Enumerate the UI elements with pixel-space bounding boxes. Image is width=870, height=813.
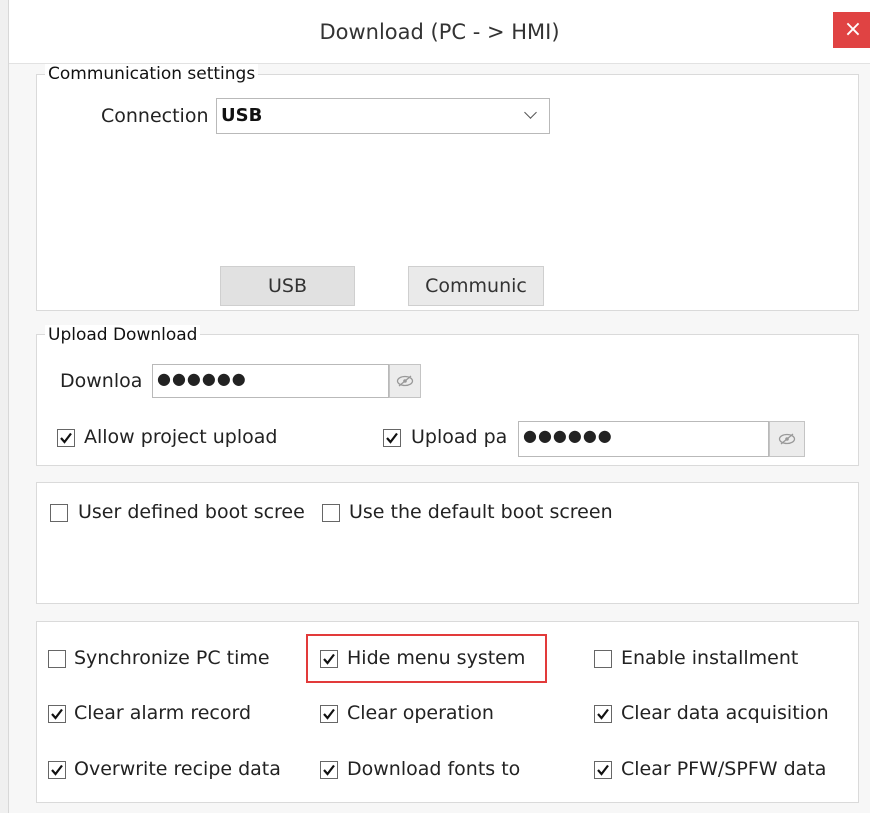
communication-settings-legend: Communication settings	[45, 64, 259, 84]
user-defined-boot-screen-checkbox[interactable]	[50, 504, 68, 522]
check-icon	[386, 432, 398, 444]
download-password-mask: ●●●●●●	[157, 369, 247, 388]
clear-operation-checkbox[interactable]	[320, 705, 338, 723]
check-icon	[323, 764, 335, 776]
download-password-label: Downloa	[60, 370, 143, 392]
synchronize-pc-time-label: Synchronize PC time	[74, 647, 270, 669]
clear-pfw-spfw-data-label: Clear PFW/SPFW data	[621, 758, 827, 780]
check-icon	[597, 764, 609, 776]
clear-pfw-spfw-data-checkbox[interactable]	[594, 761, 612, 779]
title-bar: Download (PC - > HMI) ×	[9, 0, 870, 64]
download-password-input[interactable]: ●●●●●●	[152, 364, 389, 398]
overwrite-recipe-data-label: Overwrite recipe data	[74, 758, 281, 780]
download-fonts-to-label: Download fonts to	[347, 758, 521, 780]
usb-button[interactable]: USB	[220, 266, 355, 306]
check-icon	[51, 764, 63, 776]
upload-password-mask: ●●●●●●	[523, 426, 613, 445]
use-default-boot-screen-label: Use the default boot screen	[349, 501, 613, 523]
check-icon	[323, 708, 335, 720]
connection-select-value: USB	[221, 105, 263, 126]
enable-installment-checkbox[interactable]	[594, 650, 612, 668]
eye-slash-icon	[778, 433, 796, 445]
connection-label: Connection	[101, 105, 209, 127]
chevron-down-icon	[524, 106, 537, 119]
toggle-upload-password-button[interactable]	[769, 421, 805, 457]
hide-menu-system-label: Hide menu system	[347, 647, 526, 669]
upload-password-input[interactable]: ●●●●●●	[518, 421, 769, 457]
upload-download-legend: Upload Download	[45, 325, 201, 345]
enable-installment-label: Enable installment	[621, 647, 799, 669]
clear-alarm-record-label: Clear alarm record	[74, 702, 252, 724]
upload-password-label: Upload pa	[411, 426, 508, 448]
toggle-download-password-button[interactable]	[389, 364, 421, 398]
check-icon	[323, 653, 335, 665]
user-defined-boot-screen-label: User defined boot scree	[78, 501, 305, 523]
clear-data-acquisition-checkbox[interactable]	[594, 705, 612, 723]
allow-project-upload-label: Allow project upload	[84, 426, 278, 448]
close-button[interactable]: ×	[833, 12, 870, 48]
allow-project-upload-checkbox[interactable]	[57, 429, 75, 447]
synchronize-pc-time-checkbox[interactable]	[48, 650, 66, 668]
check-icon	[597, 708, 609, 720]
download-dialog: Download (PC - > HMI) × Communication se…	[9, 0, 870, 813]
connection-select[interactable]: USB	[216, 98, 550, 134]
communic-button[interactable]: Communic	[408, 266, 544, 306]
check-icon	[60, 432, 72, 444]
dialog-title: Download (PC - > HMI)	[319, 20, 560, 44]
download-fonts-to-checkbox[interactable]	[320, 761, 338, 779]
use-default-boot-screen-checkbox[interactable]	[322, 504, 340, 522]
upload-password-checkbox[interactable]	[383, 429, 401, 447]
background-window-edge	[0, 0, 9, 813]
hide-menu-system-checkbox[interactable]	[320, 650, 338, 668]
clear-alarm-record-checkbox[interactable]	[48, 705, 66, 723]
eye-slash-icon	[396, 375, 414, 387]
overwrite-recipe-data-checkbox[interactable]	[48, 761, 66, 779]
clear-data-acquisition-label: Clear data acquisition	[621, 702, 829, 724]
check-icon	[51, 708, 63, 720]
clear-operation-label: Clear operation	[347, 702, 494, 724]
